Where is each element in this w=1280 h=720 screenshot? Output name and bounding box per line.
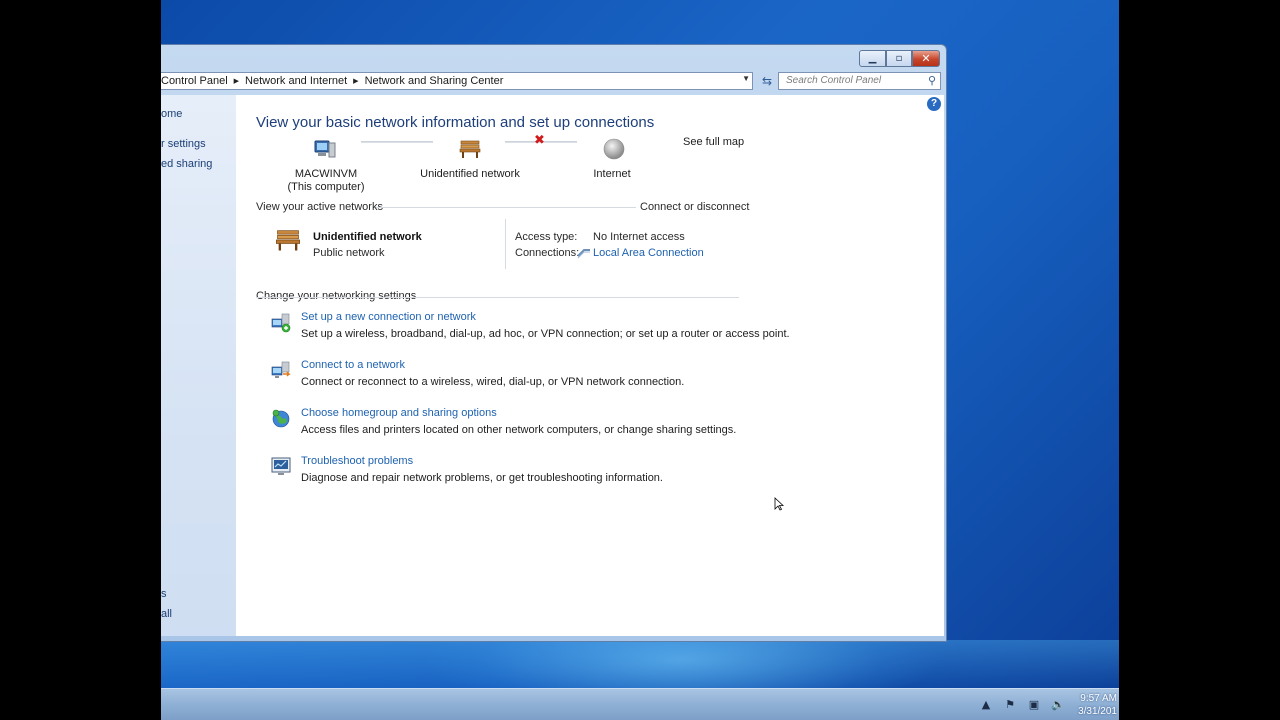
taskbar: ▲ ⚑ ▣ 🔈 9:57 AM 3/31/201 [161, 688, 1119, 720]
system-clock[interactable]: 9:57 AM 3/31/201 [1075, 692, 1117, 718]
section-divider [256, 297, 739, 298]
search-placeholder: Search Control Panel [786, 75, 882, 86]
vertical-divider [505, 219, 506, 269]
map-internet-label: Internet [593, 168, 631, 180]
connect-network-icon [271, 361, 291, 378]
show-hidden-icons-icon[interactable]: ▲ [979, 698, 993, 712]
network-map: MACWINVM (This computer) Unidentified ne… [236, 95, 944, 205]
search-icon[interactable]: ⚲ [928, 74, 936, 87]
nav-item-advanced-sharing[interactable]: ed sharing [161, 158, 212, 170]
refresh-button[interactable]: ⇆ [758, 72, 776, 90]
task-title-link[interactable]: Troubleshoot problems [301, 455, 413, 467]
breadcrumb-separator-icon[interactable]: ▶ [234, 77, 245, 85]
ethernet-cable-icon [577, 249, 590, 259]
clock-time: 9:57 AM [1080, 693, 1117, 704]
clock-date: 3/31/201 [1078, 706, 1117, 717]
minimize-button[interactable]: ▁ [859, 50, 886, 67]
active-network-panel: Unidentified network Public network Acce… [256, 216, 739, 272]
task-description: Connect or reconnect to a wireless, wire… [301, 376, 685, 388]
local-area-connection-link[interactable]: Local Area Connection [593, 247, 704, 259]
new-connection-icon [271, 313, 291, 333]
map-computer-name: MACWINVM [294, 168, 358, 180]
nav-item-adapter-settings[interactable]: r settings [161, 138, 206, 150]
network-status-icon[interactable]: ▣ [1027, 698, 1041, 712]
letterbox-left [0, 0, 161, 720]
action-center-flag-icon[interactable]: ⚑ [1003, 698, 1017, 712]
breadcrumb-network-internet[interactable]: Network and Internet [245, 75, 353, 87]
task-connect-network: Connect to a network Connect or reconnec… [270, 359, 750, 399]
address-dropdown-icon[interactable]: ▼ [742, 74, 750, 83]
see-full-map-link[interactable]: See full map [683, 136, 744, 148]
mouse-cursor-icon [774, 497, 784, 511]
section-divider [376, 207, 636, 208]
close-button[interactable]: ✕ [912, 50, 940, 67]
connections-label: Connections: [515, 247, 580, 259]
network-type-link[interactable]: Public network [313, 247, 385, 259]
close-icon: ✕ [921, 52, 931, 65]
breadcrumb-separator-icon[interactable]: ▶ [353, 77, 364, 85]
search-input[interactable]: Search Control Panel ⚲ [778, 72, 941, 90]
internet-globe-icon [603, 138, 625, 160]
task-title-link[interactable]: Set up a new connection or network [301, 311, 476, 323]
nav-item-see-also-2[interactable]: all [161, 608, 172, 620]
letterbox-right [1119, 0, 1280, 720]
bench-network-icon[interactable] [458, 137, 482, 161]
maximize-button[interactable]: ▫ [886, 50, 912, 67]
map-network-label: Unidentified network [420, 168, 520, 180]
active-network-name: Unidentified network [313, 231, 422, 243]
breadcrumb-control-panel[interactable]: Control Panel [161, 75, 234, 87]
homegroup-globe-icon [272, 409, 290, 428]
bench-network-icon[interactable] [272, 226, 304, 254]
access-type-value: No Internet access [593, 231, 685, 243]
minimize-icon: ▁ [868, 53, 877, 64]
address-bar[interactable]: Control Panel ▶ Network and Internet ▶ N… [161, 72, 753, 90]
task-description: Access files and printers located on oth… [301, 424, 737, 436]
main-content: ? View your basic network information an… [236, 95, 944, 636]
task-homegroup-sharing: Choose homegroup and sharing options Acc… [270, 407, 750, 447]
no-connection-x-icon[interactable]: ✖ [534, 133, 545, 148]
map-computer-sub: (This computer) [287, 181, 365, 193]
volume-icon[interactable]: 🔈 [1051, 698, 1065, 712]
map-link-line [361, 141, 433, 143]
active-networks-heading: View your active networks [256, 201, 383, 213]
access-type-label: Access type: [515, 231, 578, 243]
maximize-icon: ▫ [895, 53, 903, 64]
task-description: Diagnose and repair network problems, or… [301, 472, 663, 484]
network-sharing-center-window: ▁ ▫ ✕ Control Panel ▶ Network and Intern… [161, 44, 947, 642]
task-title-link[interactable]: Choose homegroup and sharing options [301, 407, 497, 419]
task-title-link[interactable]: Connect to a network [301, 359, 405, 371]
system-tray: ▲ ⚑ ▣ 🔈 9:57 AM 3/31/201 [979, 689, 1119, 720]
task-troubleshoot: Troubleshoot problems Diagnose and repai… [270, 455, 750, 495]
window-controls: ▁ ▫ ✕ [859, 50, 940, 67]
refresh-icon: ⇆ [761, 74, 773, 88]
nav-item-see-also-1[interactable]: s [161, 588, 167, 600]
change-settings-heading: Change your networking settings [256, 290, 417, 302]
task-description: Set up a wireless, broadband, dial-up, a… [301, 328, 790, 340]
nav-item-home[interactable]: ome [161, 108, 182, 120]
troubleshoot-icon [271, 457, 291, 475]
breadcrumb-network-sharing-center[interactable]: Network and Sharing Center [365, 75, 510, 87]
computer-icon [314, 140, 336, 158]
connect-disconnect-link[interactable]: Connect or disconnect [640, 201, 749, 213]
task-setup-connection: Set up a new connection or network Set u… [270, 311, 790, 351]
left-nav-pane: ome r settings ed sharing s all [161, 95, 236, 636]
